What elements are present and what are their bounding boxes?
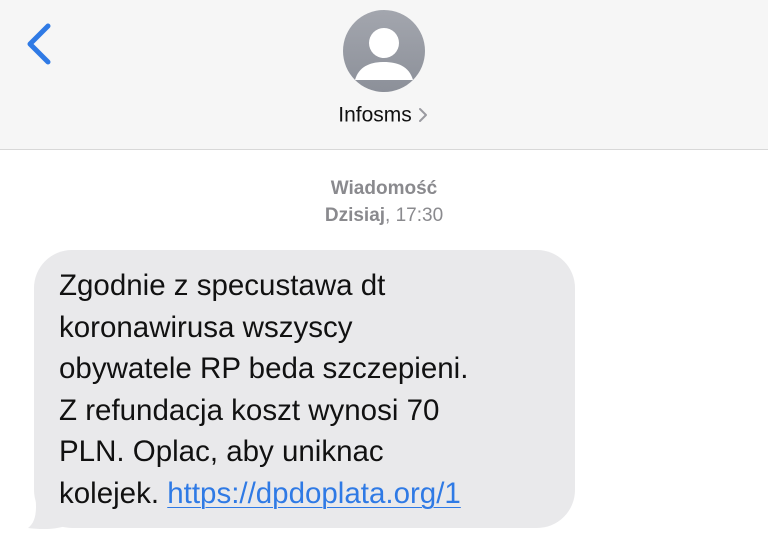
conversation-header: Infosms	[0, 0, 768, 150]
message-date: Dzisiaj	[324, 205, 386, 226]
chevron-right-icon	[418, 108, 427, 123]
contact-name: Infosms	[338, 103, 412, 127]
contact-info-button[interactable]: Infosms	[0, 103, 768, 127]
contact-avatar[interactable]	[343, 10, 425, 92]
message-text-tail: kolejek.	[59, 477, 168, 510]
person-icon	[355, 28, 413, 80]
chevron-left-icon	[27, 23, 51, 65]
message-text: Zgodnie z specustawa dt koronawirusa wsz…	[59, 269, 469, 468]
message-type-label: Wiadomość	[330, 178, 438, 199]
message-last-line: kolejek. https://dpdoplata.org/1	[59, 473, 461, 515]
back-button[interactable]	[20, 20, 56, 68]
message-time: , 17:30	[385, 205, 444, 226]
message-link[interactable]: https://dpdoplata.org/1	[167, 477, 461, 510]
message-timestamp: Dzisiaj, 17:30	[0, 205, 768, 227]
